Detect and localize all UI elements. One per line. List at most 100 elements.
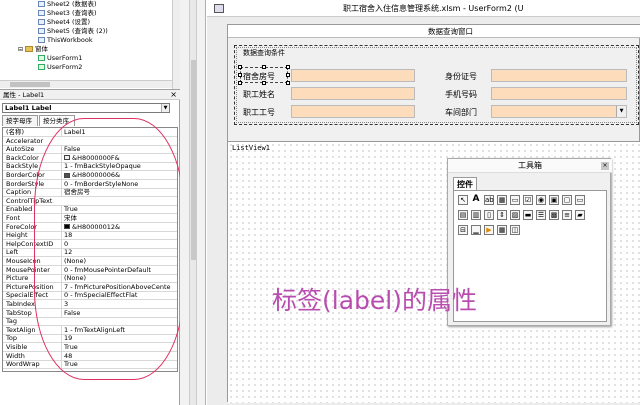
property-name: WordWrap — [6, 360, 40, 369]
toolbox-ab-icon[interactable]: ab — [484, 195, 494, 205]
object-dropdown-value: Label1 Label — [5, 104, 52, 112]
resize-handle[interactable] — [262, 65, 266, 69]
toolbox-treeview-icon[interactable]: ≡ — [562, 210, 572, 220]
emp-no-input[interactable] — [291, 105, 415, 118]
toolbox-framebox-icon[interactable]: ▢ — [562, 195, 572, 205]
tree-item-label: UserForm1 — [47, 54, 83, 62]
toolbox-A-icon[interactable]: A — [471, 195, 481, 205]
toolbox-calendar-icon[interactable]: ▦ — [497, 225, 507, 235]
query-frame[interactable]: 数据查询条件 宿舍房号 身份证号 职工姓名 手机号码 职工工号 车间部门 ▼ — [234, 45, 639, 125]
toolbox-button-icon[interactable]: ▭ — [575, 195, 585, 205]
label-id-card: 身份证号 — [445, 72, 477, 81]
tree-scrollbar-horizontal[interactable] — [0, 80, 172, 88]
object-dropdown[interactable]: Label1 Label ▼ — [2, 103, 170, 113]
close-icon[interactable]: × — [170, 90, 177, 100]
tab-alphabetic[interactable]: 按字母序 — [2, 115, 38, 126]
tree-item-label: ThisWorkbook — [47, 36, 93, 44]
highlight-oval — [34, 118, 184, 380]
scroll-thumb[interactable] — [191, 60, 196, 260]
chevron-down-icon[interactable]: ▼ — [616, 106, 626, 117]
phone-input[interactable] — [491, 87, 627, 100]
userform-icon — [214, 4, 224, 13]
label-name: 职工姓名 — [243, 90, 275, 99]
userform-caption: 数据查询窗口 — [428, 27, 473, 36]
annotation-text: 标签(label)的属性 — [272, 286, 477, 315]
vertical-scrollbar[interactable] — [189, 0, 197, 405]
toolbox-option-icon[interactable]: ◉ — [536, 195, 546, 205]
tree-item-label: Sheet2 (数据表) — [47, 0, 97, 8]
tree-scrollbar-vertical[interactable] — [172, 0, 180, 90]
tree-item-sheet4[interactable]: Sheet4 (设置) — [38, 18, 90, 27]
sheet-icon — [38, 10, 45, 16]
toolbox-media-icon[interactable]: ▶ — [484, 225, 494, 235]
resize-handle[interactable] — [238, 81, 242, 85]
frame-caption: 数据查询条件 — [241, 48, 287, 58]
toolbox-slider-icon[interactable]: ⊟ — [458, 225, 468, 235]
tree-item-label: 窗体 — [35, 45, 49, 53]
resize-handle[interactable] — [262, 81, 266, 85]
resize-handle[interactable] — [238, 73, 242, 77]
tree-item-userform2[interactable]: UserForm2 — [38, 63, 82, 72]
collapse-icon[interactable]: ⊟ — [18, 46, 23, 53]
userform-icon — [38, 64, 45, 70]
project-properties-pane: Sheet2 (数据表) Sheet3 (查询表) Sheet4 (设置) Sh… — [0, 0, 184, 405]
toolbox-progress-icon[interactable]: ▰ — [575, 210, 585, 220]
workbook-icon — [38, 37, 45, 43]
properties-title: 属性 - Label1 — [3, 91, 45, 99]
toolbox-tabstrip-icon[interactable]: ▤ — [458, 210, 468, 220]
form-designer-window: 职工宿舍入住信息管理系统.xlsm - UserForm2 (U 数据查询窗口 … — [207, 0, 640, 405]
splitter-area — [180, 0, 206, 405]
label-dept: 车间部门 — [445, 108, 477, 117]
close-icon[interactable]: × — [601, 162, 609, 170]
toolbox-refedit-icon[interactable]: ▬ — [523, 210, 533, 220]
id-card-input[interactable] — [491, 69, 627, 82]
name-input[interactable] — [291, 87, 415, 100]
listview-label: ListView1 — [232, 144, 270, 152]
resize-handle[interactable] — [286, 65, 290, 69]
designer-title-bar: 职工宿舍入住信息管理系统.xlsm - UserForm2 (U — [207, 0, 640, 17]
dept-combobox[interactable]: ▼ — [491, 105, 627, 118]
label-phone: 手机号码 — [445, 90, 477, 99]
resize-handle[interactable] — [238, 65, 242, 69]
tree-item-forms-folder[interactable]: ⊟ 窗体 — [18, 45, 48, 54]
sheet-icon — [38, 1, 45, 7]
tree-item-label: Sheet3 (查询表) — [47, 9, 97, 17]
tree-item-sheet5[interactable]: Sheet5 (查询表 (2)) — [38, 27, 108, 36]
folder-icon — [25, 46, 34, 52]
userform-icon — [38, 55, 45, 61]
toolbox-checkbox-icon[interactable]: ☑ — [523, 195, 533, 205]
resize-handle[interactable] — [286, 73, 290, 77]
tree-item-sheet2[interactable]: Sheet2 (数据表) — [38, 0, 97, 9]
toolbox-scroll-icon[interactable]: ▯ — [484, 210, 494, 220]
toolbox-grid-icon[interactable]: ▦ — [497, 195, 507, 205]
label-emp-no: 职工工号 — [243, 108, 275, 117]
scroll-thumb[interactable] — [10, 82, 50, 87]
chevron-down-icon[interactable]: ▼ — [161, 104, 169, 112]
toolbox-multipage-icon[interactable]: ▥ — [471, 210, 481, 220]
tree-item-userform1[interactable]: UserForm1 — [38, 54, 82, 63]
toolbox-frame-icon[interactable]: ▭ — [510, 195, 520, 205]
toolbox-arrow-icon[interactable]: ↖ — [458, 195, 468, 205]
toolbox-imagelist-icon[interactable]: ▩ — [549, 210, 559, 220]
toolbox-title: 工具箱 — [518, 161, 542, 170]
userform-title-bar: 数据查询窗口 — [228, 25, 640, 38]
room-input[interactable] — [291, 69, 415, 82]
tree-item-label: Sheet4 (设置) — [47, 18, 91, 26]
resize-handle[interactable] — [286, 81, 290, 85]
toolbox-toggle-icon[interactable]: ▣ — [549, 195, 559, 205]
tree-item-label: Sheet5 (查询表 (2)) — [47, 27, 108, 35]
sheet-icon — [38, 28, 45, 34]
tab-controls[interactable]: 控件 — [453, 177, 477, 191]
project-tree: Sheet2 (数据表) Sheet3 (查询表) Sheet4 (设置) Sh… — [0, 0, 180, 90]
toolbox-other-icon[interactable]: ◫ — [510, 225, 520, 235]
tree-item-sheet3[interactable]: Sheet3 (查询表) — [38, 9, 97, 18]
toolbox-image-icon[interactable]: ▨ — [510, 210, 520, 220]
tree-item-thisworkbook[interactable]: ThisWorkbook — [38, 36, 93, 45]
designer-title: 职工宿舍入住信息管理系统.xlsm - UserForm2 (U — [343, 4, 524, 13]
toolbox-listview-icon[interactable]: ☰ — [536, 210, 546, 220]
toolbox-title-bar[interactable]: 工具箱 × — [448, 159, 612, 173]
sheet-icon — [38, 19, 45, 25]
properties-title-bar: 属性 - Label1 × — [0, 89, 180, 100]
toolbox-spin-icon[interactable]: ⇕ — [497, 210, 507, 220]
toolbox-statusbar-icon[interactable]: ▁ — [471, 225, 481, 235]
